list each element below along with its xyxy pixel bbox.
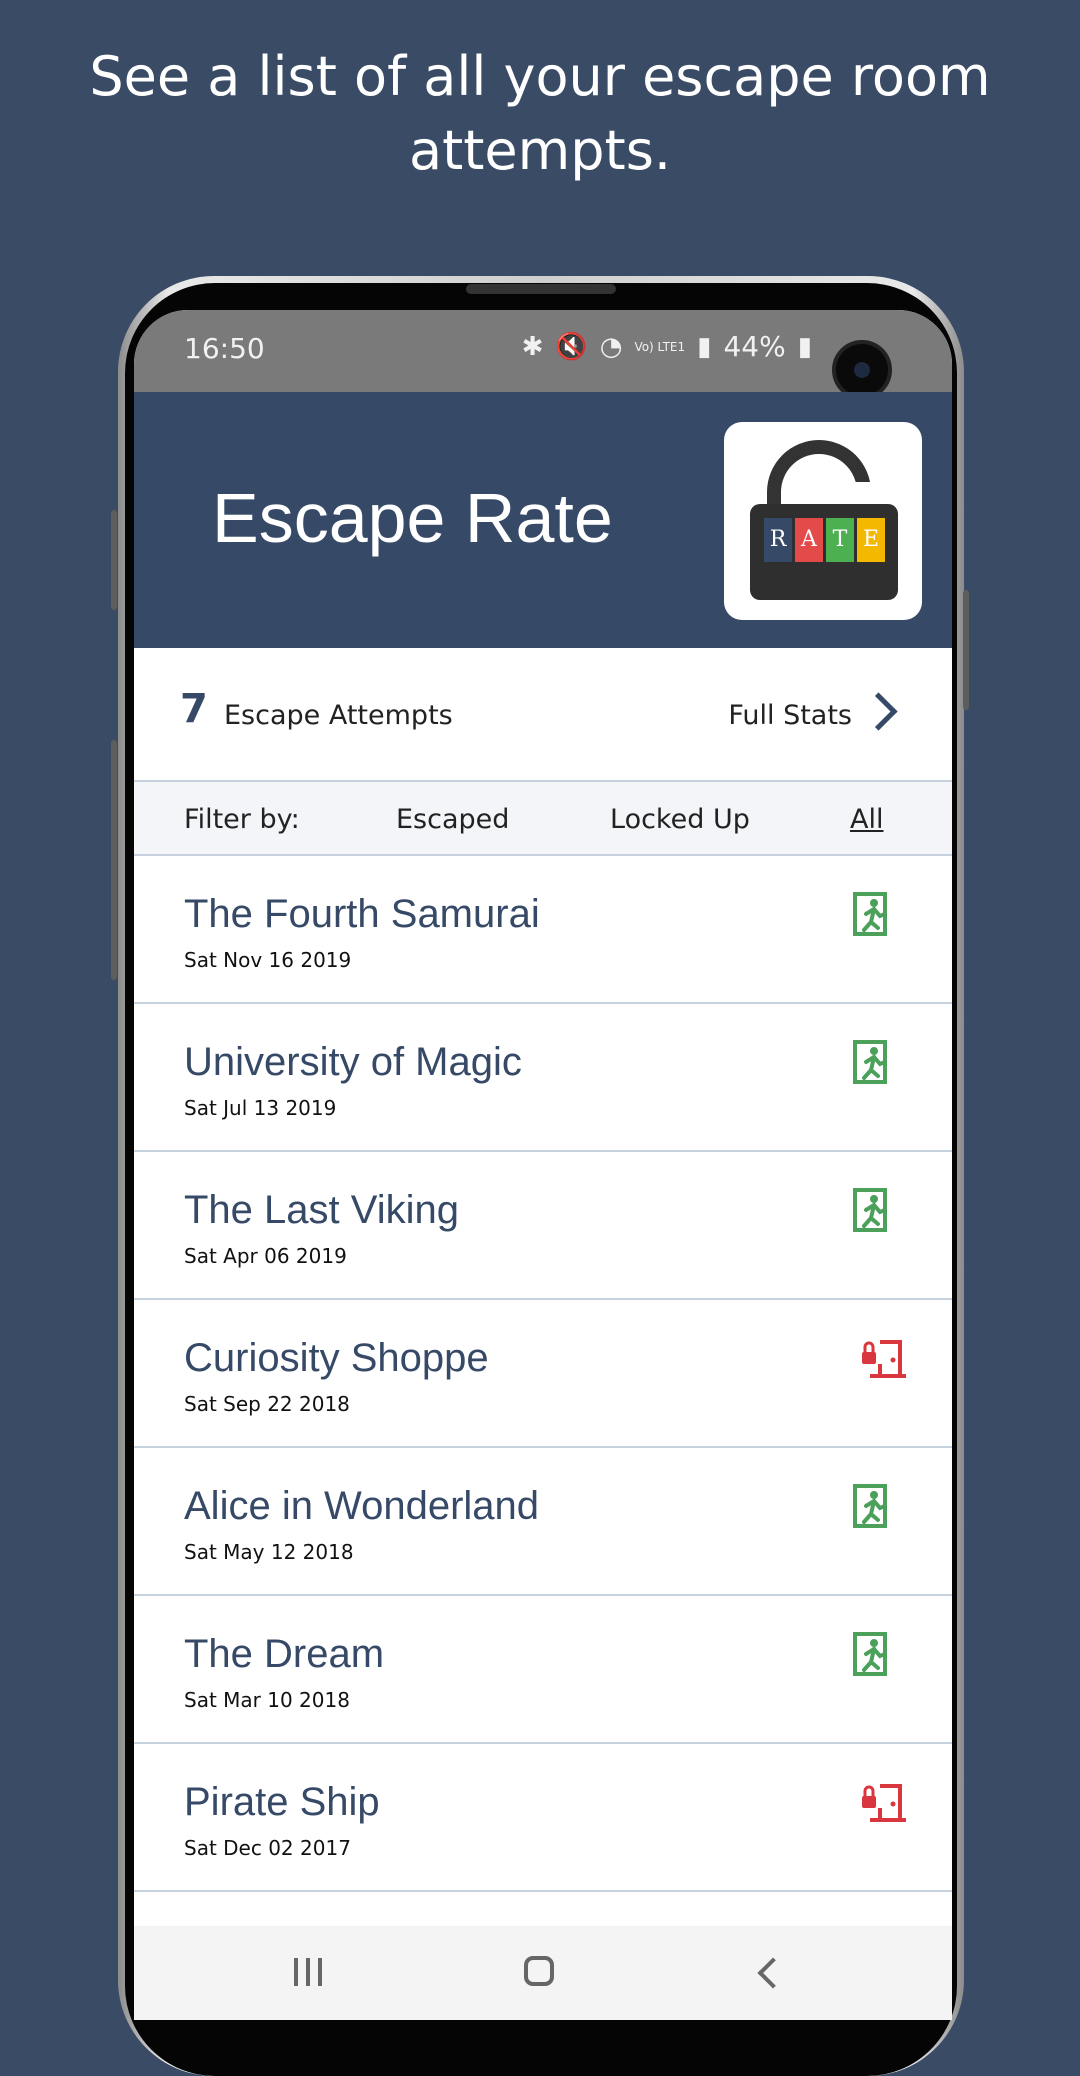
logo-letter: R: [764, 518, 792, 562]
lte-label: Vo) LTE1: [634, 339, 686, 354]
attempt-row[interactable]: Pirate Ship Sat Dec 02 2017: [134, 1744, 952, 1892]
system-nav-bar: [134, 1926, 952, 2020]
volume-down-button: [111, 740, 117, 980]
bluetooth-icon: ✱: [521, 331, 544, 362]
room-name: The Last Viking: [184, 1188, 459, 1232]
attempt-date: Sat Dec 02 2017: [184, 1836, 351, 1860]
room-name: Pirate Ship: [184, 1780, 380, 1824]
escaped-runner-icon: [852, 1632, 892, 1676]
escaped-runner-icon: [852, 1040, 892, 1084]
attempt-row[interactable]: Curiosity Shoppe Sat Sep 22 2018: [134, 1300, 952, 1448]
locked-door-icon: [860, 1336, 906, 1380]
app-header: Escape Rate RATE: [134, 392, 952, 648]
attempt-row[interactable]: University of Magic Sat Jul 13 2019: [134, 1004, 952, 1152]
room-name: Curiosity Shoppe: [184, 1336, 489, 1380]
wifi-icon: ◔: [599, 331, 623, 362]
attempt-row[interactable]: The Last Viking Sat Apr 06 2019: [134, 1152, 952, 1300]
room-name: Alice in Wonderland: [184, 1484, 540, 1528]
home-icon[interactable]: [524, 1956, 554, 1986]
logo-letter: E: [857, 518, 885, 562]
attempt-date: Sat Sep 22 2018: [184, 1392, 350, 1416]
power-button: [963, 590, 969, 710]
escaped-runner-icon: [852, 892, 892, 936]
filter-escaped[interactable]: Escaped: [396, 804, 509, 835]
recent-apps-icon[interactable]: [294, 1958, 322, 1986]
attempt-date: Sat Jul 13 2019: [184, 1096, 337, 1120]
phone-screen: 16:50 ✱ 🔇 ◔ Vo) LTE1 ▮ 44% ▮ Escape Rate…: [134, 310, 952, 2020]
full-stats-link[interactable]: Full Stats: [728, 700, 852, 731]
battery-icon: ▮: [797, 331, 812, 362]
status-bar: 16:50 ✱ 🔇 ◔ Vo) LTE1 ▮ 44% ▮: [134, 310, 952, 400]
attempt-row[interactable]: Alice in Wonderland Sat May 12 2018: [134, 1448, 952, 1596]
app-title: Escape Rate: [212, 479, 613, 557]
logo-letter: T: [826, 518, 854, 562]
filter-all[interactable]: All: [850, 804, 883, 835]
escaped-runner-icon: [852, 1188, 892, 1232]
attempt-date: Sat Mar 10 2018: [184, 1688, 350, 1712]
front-camera: [832, 340, 892, 400]
attempt-count: 7: [180, 686, 208, 732]
chevron-right-icon[interactable]: [859, 692, 898, 731]
logo-letter: A: [795, 518, 823, 562]
earpiece-speaker: [466, 284, 616, 294]
attempt-date: Sat Nov 16 2019: [184, 948, 352, 972]
promo-headline: See a list of all your escape room attem…: [89, 45, 991, 182]
battery-percent: 44%: [723, 330, 786, 363]
volume-up-button: [111, 510, 117, 610]
status-time: 16:50: [184, 332, 265, 365]
filter-locked-up[interactable]: Locked Up: [610, 804, 750, 835]
room-name: The Dream: [184, 1632, 385, 1676]
room-name: University of Magic: [184, 1040, 522, 1084]
attempt-list: The Fourth Samurai Sat Nov 16 2019 Univers…: [134, 856, 952, 1892]
attempt-row[interactable]: The Dream Sat Mar 10 2018: [134, 1596, 952, 1744]
filter-label: Filter by:: [184, 804, 300, 835]
attempt-date: Sat Apr 06 2019: [184, 1244, 347, 1268]
signal-icon: ▮: [697, 331, 712, 362]
escaped-runner-icon: [852, 1484, 892, 1528]
mute-icon: 🔇: [555, 331, 588, 362]
padlock-icon: RATE: [750, 504, 898, 600]
attempt-date: Sat May 12 2018: [184, 1540, 354, 1564]
back-icon[interactable]: [757, 1957, 789, 1989]
status-icons: ✱ 🔇 ◔ Vo) LTE1 ▮ 44% ▮: [522, 330, 812, 363]
attempts-summary[interactable]: 7 Escape Attempts Full Stats: [134, 648, 952, 782]
logo-letters: RATE: [764, 518, 885, 562]
locked-door-icon: [860, 1780, 906, 1824]
room-name: The Fourth Samurai: [184, 892, 540, 936]
filter-bar: Filter by: Escaped Locked Up All: [134, 782, 952, 856]
attempt-row[interactable]: The Fourth Samurai Sat Nov 16 2019: [134, 856, 952, 1004]
app-logo: RATE: [724, 422, 922, 620]
attempt-count-label: Escape Attempts: [224, 700, 453, 731]
